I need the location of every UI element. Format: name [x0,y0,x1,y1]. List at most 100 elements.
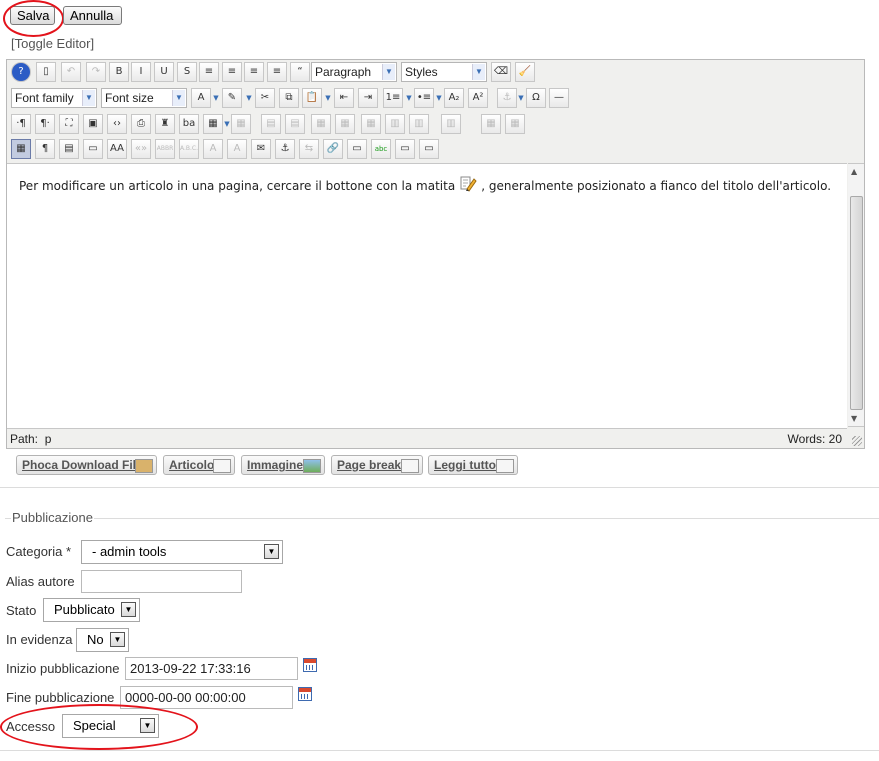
outdent-icon[interactable]: ⇤ [334,88,354,108]
table-props-icon[interactable]: ▦ [481,114,501,134]
image-insert-icon[interactable]: ▭ [347,139,367,159]
visual-chars-icon[interactable]: ▭ [419,139,439,159]
abbr-icon[interactable]: ABBR [155,139,175,159]
hr-icon[interactable]: ▭ [395,139,415,159]
scroll-up-icon[interactable]: ▲ [851,167,857,176]
font-style-icon[interactable]: AA [107,139,127,159]
bullet-list-icon[interactable]: •≡ [414,88,434,108]
spellcheck-icon[interactable]: abc [371,139,391,159]
scroll-down-icon[interactable]: ▼ [851,414,857,423]
undo-icon[interactable]: ↶ [61,62,81,82]
blockquote-icon[interactable]: “ [290,62,310,82]
subscript-icon[interactable]: A₂ [444,88,464,108]
edit-area[interactable]: Per modificare un articolo in una pagina… [7,163,847,429]
help-icon[interactable]: ? [11,62,31,82]
font-size-select[interactable]: Font size ▼ [101,88,187,108]
copy-icon[interactable]: ⧉ [279,88,299,108]
end-date-input[interactable]: 0000-00-00 00:00:00 [120,686,293,709]
print-icon[interactable]: ⎙ [131,114,151,134]
col-after-icon[interactable]: ▦ [361,114,381,134]
read-more-button[interactable]: Leggi tutto [428,455,518,475]
remove-format-icon[interactable]: ⌫ [491,62,511,82]
align-left-icon[interactable]: ≡ [244,62,264,82]
align-center-icon[interactable]: ≡ [222,62,242,82]
dropdown-arrow-icon[interactable]: ▼ [324,88,332,108]
underline-icon[interactable]: U [154,62,174,82]
cite-icon[interactable]: «» [131,139,151,159]
show-blocks-icon[interactable]: ¶ [35,139,55,159]
anchor-icon[interactable]: ⚓ [275,139,295,159]
insert-template-icon[interactable]: ▣ [83,114,103,134]
row-after-icon[interactable]: ▤ [285,114,305,134]
superscript-icon[interactable]: A² [468,88,488,108]
insert-text-icon[interactable]: A [227,139,247,159]
link-icon[interactable]: 🔗 [323,139,343,159]
calendar-icon[interactable] [303,658,317,672]
justify-full-icon[interactable]: ≡ [199,62,219,82]
nonbreaking-icon[interactable]: ⇆ [299,139,319,159]
editor-scrollbar[interactable]: ▲ ▼ [848,163,864,427]
split-cells-icon[interactable]: ▥ [441,114,461,134]
ordered-list-icon[interactable]: 1≡ [383,88,403,108]
strikethrough-icon[interactable]: S [177,62,197,82]
col-before-icon[interactable]: ▦ [335,114,355,134]
anchor-icon[interactable]: ⚓ [497,88,517,108]
insert-layer-icon[interactable]: ▭ [83,139,103,159]
email-icon[interactable]: ✉ [251,139,271,159]
horizontal-rule-icon[interactable]: — [549,88,569,108]
visual-aid-icon[interactable]: ▦ [11,139,31,159]
fullscreen-icon[interactable]: ⛶ [59,114,79,134]
phoca-download-file-button[interactable]: Phoca Download File [16,455,157,475]
search-icon[interactable]: ♜ [155,114,175,134]
page-break-button[interactable]: Page break [331,455,423,475]
image-button[interactable]: Immagine [241,455,325,475]
rtl-icon[interactable]: ¶· [35,114,55,134]
html-source-icon[interactable]: ‹› [107,114,127,134]
dropdown-arrow-icon[interactable]: ▼ [405,88,413,108]
new-document-icon[interactable]: ▯ [36,62,56,82]
calendar-icon[interactable] [298,687,312,701]
align-right-icon[interactable]: ≡ [267,62,287,82]
resize-grip-icon[interactable] [852,436,862,446]
cut-icon[interactable]: ✂ [255,88,275,108]
start-date-input[interactable]: 2013-09-22 17:33:16 [125,657,298,680]
scrollbar-thumb[interactable] [850,196,863,410]
italic-icon[interactable]: I [131,62,151,82]
text-color-icon[interactable]: A [191,88,211,108]
special-char-icon[interactable]: Ω [526,88,546,108]
article-button[interactable]: Articolo [163,455,235,475]
indent-icon[interactable]: ⇥ [358,88,378,108]
delete-row-icon[interactable]: ▦ [311,114,331,134]
page-break-icon[interactable]: ▤ [59,139,79,159]
cell-props-icon[interactable]: ▦ [505,114,525,134]
path-value[interactable]: p [45,432,52,446]
dropdown-arrow-icon[interactable]: ▼ [517,88,525,108]
row-before-icon[interactable]: ▤ [261,114,281,134]
featured-select[interactable]: No ▼ [76,628,129,652]
replace-icon[interactable]: ba [179,114,199,134]
delete-col-icon[interactable]: ▥ [385,114,405,134]
paste-icon[interactable]: 📋 [302,88,322,108]
alias-input[interactable] [81,570,242,593]
styles-select[interactable]: Styles ▼ [401,62,487,82]
dropdown-arrow-icon[interactable]: ▼ [223,114,231,134]
toggle-editor-link[interactable]: [Toggle Editor] [11,36,94,51]
category-select[interactable]: - admin tools ▼ [81,540,283,564]
dropdown-arrow-icon[interactable]: ▼ [212,88,220,108]
cancel-button[interactable]: Annulla [63,6,122,25]
table-icon[interactable]: ▦ [203,114,223,134]
highlight-icon[interactable]: ✎ [222,88,242,108]
ltr-icon[interactable]: ·¶ [11,114,31,134]
acronym-icon[interactable]: A.B.C. [179,139,199,159]
merge-cells-icon[interactable]: ▥ [409,114,429,134]
cleanup-icon[interactable]: 🧹 [515,62,535,82]
format-select[interactable]: Paragraph ▼ [311,62,397,82]
bold-icon[interactable]: B [109,62,129,82]
dropdown-arrow-icon[interactable]: ▼ [435,88,443,108]
font-family-select[interactable]: Font family ▼ [11,88,97,108]
redo-icon[interactable]: ↷ [86,62,106,82]
delete-table-icon[interactable]: ▦ [231,114,251,134]
dropdown-arrow-icon[interactable]: ▼ [245,88,253,108]
state-select[interactable]: Pubblicato ▼ [43,598,140,622]
delete-text-icon[interactable]: A [203,139,223,159]
